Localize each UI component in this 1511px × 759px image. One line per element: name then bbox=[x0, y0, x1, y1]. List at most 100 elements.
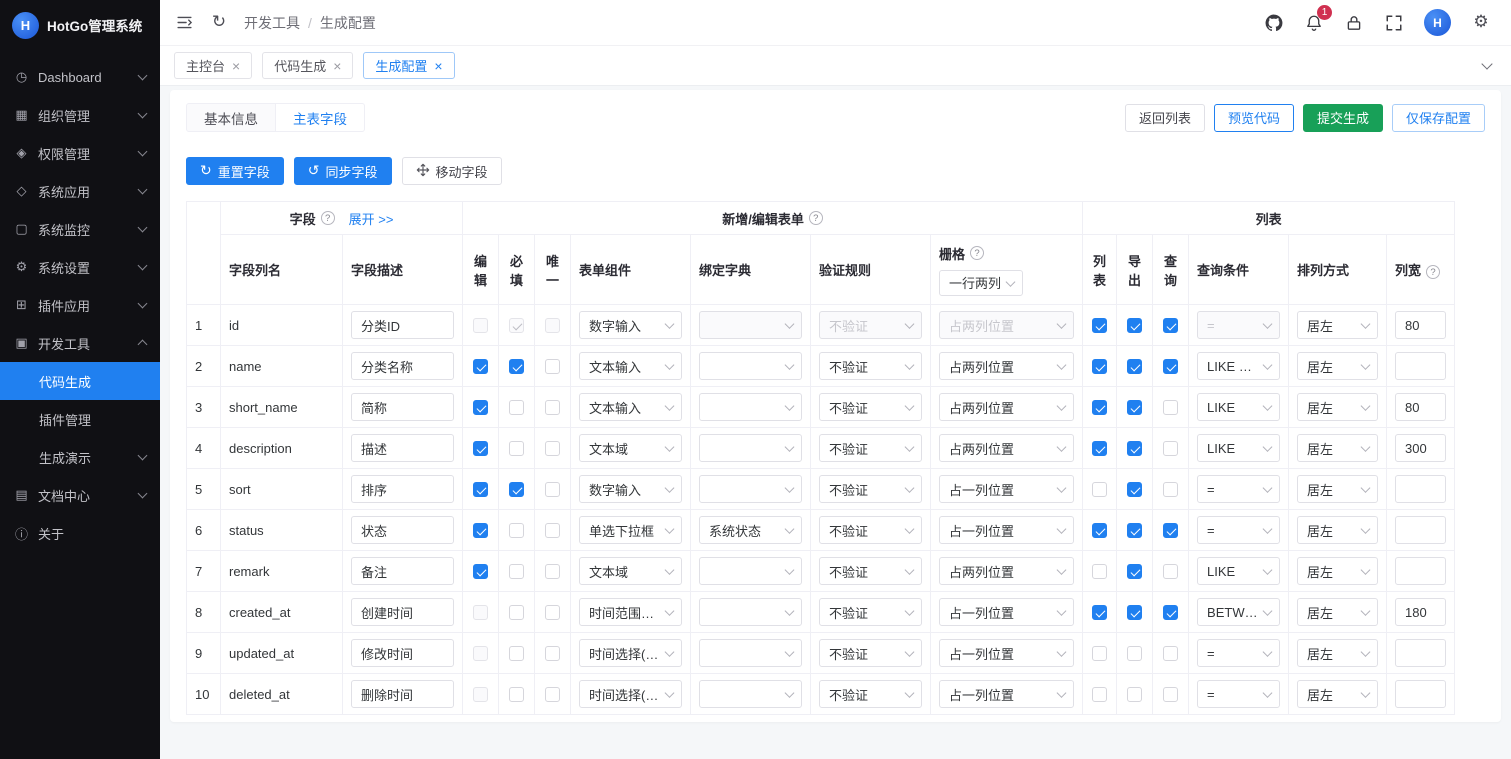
close-icon[interactable]: × bbox=[434, 59, 442, 73]
card-tab-basic-info[interactable]: 基本信息 bbox=[186, 103, 276, 132]
width-input[interactable] bbox=[1395, 516, 1447, 544]
field-desc-input[interactable] bbox=[351, 639, 454, 667]
close-icon[interactable]: × bbox=[333, 59, 341, 73]
dict-select[interactable]: 系统状态 bbox=[699, 516, 802, 544]
github-icon[interactable] bbox=[1264, 12, 1284, 34]
dict-select[interactable] bbox=[699, 557, 802, 585]
width-input[interactable] bbox=[1395, 311, 1447, 339]
rule-select[interactable]: 不验证 bbox=[819, 434, 922, 462]
query-cond-select[interactable]: LIKE bbox=[1197, 393, 1281, 421]
align-select[interactable]: 居左 bbox=[1297, 311, 1379, 339]
query-cond-select[interactable]: LIKE %...% bbox=[1197, 352, 1281, 380]
required-checkbox[interactable] bbox=[509, 564, 524, 580]
query-checkbox[interactable] bbox=[1163, 482, 1179, 498]
list-checkbox[interactable] bbox=[1092, 605, 1108, 621]
help-icon[interactable]: ? bbox=[808, 211, 823, 225]
sidebar-item-about[interactable]: ⓘ 关于 bbox=[0, 514, 160, 552]
required-checkbox[interactable] bbox=[509, 646, 524, 662]
fullscreen-icon[interactable] bbox=[1384, 12, 1404, 34]
width-input[interactable] bbox=[1395, 352, 1447, 380]
query-checkbox[interactable] bbox=[1163, 564, 1179, 580]
query-cond-select[interactable]: LIKE bbox=[1197, 557, 1281, 585]
sidebar-item-plugin[interactable]: ⊞ 插件应用 bbox=[0, 286, 160, 324]
card-tab-main-fields[interactable]: 主表字段 bbox=[276, 103, 365, 132]
list-checkbox[interactable] bbox=[1092, 318, 1108, 334]
export-checkbox[interactable] bbox=[1127, 400, 1143, 416]
grid-select[interactable]: 占两列位置 bbox=[939, 557, 1075, 585]
field-desc-input[interactable] bbox=[351, 516, 454, 544]
grid-select[interactable]: 占一列位置 bbox=[939, 639, 1075, 667]
component-select[interactable]: 文本输入 bbox=[579, 393, 682, 421]
width-input[interactable] bbox=[1395, 393, 1447, 421]
unique-checkbox[interactable] bbox=[545, 564, 560, 580]
export-checkbox[interactable] bbox=[1127, 605, 1143, 621]
dict-select[interactable] bbox=[699, 475, 802, 503]
component-select[interactable]: 数字输入 bbox=[579, 311, 682, 339]
query-cond-select[interactable]: LIKE bbox=[1197, 434, 1281, 462]
align-select[interactable]: 居左 bbox=[1297, 639, 1379, 667]
dict-select[interactable] bbox=[699, 434, 802, 462]
grid-select[interactable]: 占一列位置 bbox=[939, 680, 1075, 708]
edit-checkbox[interactable] bbox=[473, 441, 488, 457]
field-desc-input[interactable] bbox=[351, 598, 454, 626]
component-select[interactable]: 文本域 bbox=[579, 557, 682, 585]
grid-select[interactable]: 占两列位置 bbox=[939, 352, 1075, 380]
list-checkbox[interactable] bbox=[1092, 564, 1108, 580]
export-checkbox[interactable] bbox=[1127, 523, 1143, 539]
query-checkbox[interactable] bbox=[1163, 523, 1179, 539]
sidebar-item-monitor[interactable]: ▢ 系统监控 bbox=[0, 210, 160, 248]
query-checkbox[interactable] bbox=[1163, 605, 1179, 621]
width-input[interactable] bbox=[1395, 598, 1447, 626]
export-checkbox[interactable] bbox=[1127, 564, 1143, 580]
rule-select[interactable]: 不验证 bbox=[819, 680, 922, 708]
required-checkbox[interactable] bbox=[509, 605, 524, 621]
expand-fields-link[interactable]: 展开 >> bbox=[349, 209, 394, 228]
sidebar-item-permission[interactable]: ◈ 权限管理 bbox=[0, 134, 160, 172]
component-select[interactable]: 单选下拉框 bbox=[579, 516, 682, 544]
tabs-dropdown-icon[interactable] bbox=[1477, 55, 1497, 77]
app-logo[interactable]: H HotGo管理系统 bbox=[0, 0, 160, 50]
refresh-icon[interactable]: ↻ bbox=[209, 12, 229, 34]
help-icon[interactable]: ? bbox=[1426, 265, 1441, 280]
grid-select[interactable]: 占两列位置 bbox=[939, 434, 1075, 462]
list-checkbox[interactable] bbox=[1092, 359, 1108, 375]
rule-select[interactable]: 不验证 bbox=[819, 598, 922, 626]
align-select[interactable]: 居左 bbox=[1297, 434, 1379, 462]
edit-checkbox[interactable] bbox=[473, 400, 488, 416]
sidebar-item-codegen[interactable]: 代码生成 bbox=[0, 362, 160, 400]
export-checkbox[interactable] bbox=[1127, 687, 1143, 703]
sidebar-item-system-app[interactable]: ◇ 系统应用 bbox=[0, 172, 160, 210]
sidebar-item-devtools[interactable]: ▣ 开发工具 bbox=[0, 324, 160, 362]
unique-checkbox[interactable] bbox=[545, 646, 560, 662]
component-select[interactable]: 文本域 bbox=[579, 434, 682, 462]
help-icon[interactable]: ? bbox=[970, 246, 985, 260]
help-icon[interactable]: ? bbox=[320, 211, 335, 225]
export-checkbox[interactable] bbox=[1127, 482, 1143, 498]
component-select[interactable]: 文本输入 bbox=[579, 352, 682, 380]
width-input[interactable] bbox=[1395, 434, 1447, 462]
export-checkbox[interactable] bbox=[1127, 359, 1143, 375]
field-desc-input[interactable] bbox=[351, 352, 454, 380]
width-input[interactable] bbox=[1395, 639, 1447, 667]
sidebar-item-settings[interactable]: ⚙ 系统设置 bbox=[0, 248, 160, 286]
unique-checkbox[interactable] bbox=[545, 605, 560, 621]
grid-select[interactable]: 占两列位置 bbox=[939, 393, 1075, 421]
query-checkbox[interactable] bbox=[1163, 441, 1179, 457]
align-select[interactable]: 居左 bbox=[1297, 352, 1379, 380]
sidebar-item-plugin-manage[interactable]: 插件管理 bbox=[0, 400, 160, 438]
dict-select[interactable] bbox=[699, 680, 802, 708]
field-desc-input[interactable] bbox=[351, 434, 454, 462]
align-select[interactable]: 居左 bbox=[1297, 680, 1379, 708]
required-checkbox[interactable] bbox=[509, 523, 524, 539]
reset-fields-button[interactable]: ↻ 重置字段 bbox=[186, 157, 284, 185]
list-checkbox[interactable] bbox=[1092, 687, 1108, 703]
field-desc-input[interactable] bbox=[351, 393, 454, 421]
export-checkbox[interactable] bbox=[1127, 441, 1143, 457]
align-select[interactable]: 居左 bbox=[1297, 557, 1379, 585]
align-select[interactable]: 居左 bbox=[1297, 516, 1379, 544]
settings-gear-icon[interactable]: ⚙ bbox=[1471, 12, 1491, 34]
breadcrumb-parent[interactable]: 开发工具 bbox=[244, 13, 300, 33]
field-desc-input[interactable] bbox=[351, 680, 454, 708]
nav-tab-codegen[interactable]: 代码生成 × bbox=[262, 52, 354, 79]
dict-select[interactable] bbox=[699, 639, 802, 667]
